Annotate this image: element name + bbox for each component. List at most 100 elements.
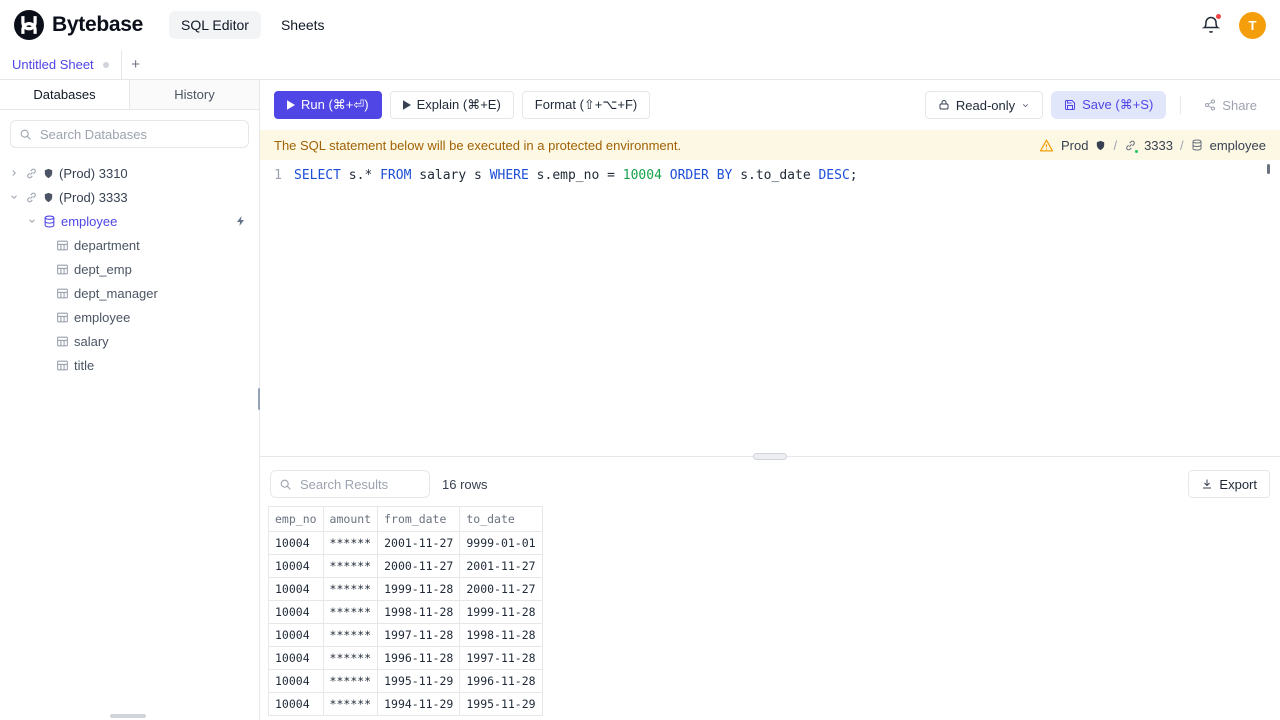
code-line: 1 SELECT s.* FROM salary s WHERE s.emp_n… xyxy=(260,166,1280,185)
table-cell: 1997-11-28 xyxy=(459,646,543,670)
instance-status-dot xyxy=(1134,148,1140,154)
sql-token: ; xyxy=(849,168,858,183)
table-row[interactable]: 10004 ****** 1998-11-28 1999-11-28 xyxy=(268,600,543,624)
table-icon xyxy=(56,311,69,324)
table-row[interactable]: 10004 ****** 1995-11-29 1996-11-28 xyxy=(268,669,543,693)
tab-databases[interactable]: Databases xyxy=(0,80,130,109)
results-search[interactable] xyxy=(270,470,430,498)
table-cell: 10004 xyxy=(268,646,324,670)
save-label: Save (⌘+S) xyxy=(1082,97,1154,112)
table-row[interactable]: 10004 ****** 1999-11-28 2000-11-27 xyxy=(268,577,543,601)
table-cell: 2001-11-27 xyxy=(377,531,461,555)
nav-sheets[interactable]: Sheets xyxy=(269,11,337,39)
column-header[interactable]: emp_no xyxy=(268,506,324,532)
sql-editor[interactable]: 1 SELECT s.* FROM salary s WHERE s.emp_n… xyxy=(260,160,1280,456)
export-button[interactable]: Export xyxy=(1188,470,1270,498)
download-icon xyxy=(1201,478,1213,490)
table-cell: ****** xyxy=(322,531,379,555)
tree-table-item[interactable]: department xyxy=(0,233,259,257)
table-cell: 2000-11-27 xyxy=(377,554,461,578)
tree-table-item[interactable]: dept_emp xyxy=(0,257,259,281)
chevron-down-icon[interactable] xyxy=(26,216,38,226)
tree-table-item[interactable]: salary xyxy=(0,329,259,353)
column-header[interactable]: amount xyxy=(322,506,379,532)
explain-button[interactable]: Explain (⌘+E) xyxy=(389,91,514,119)
chevron-right-icon[interactable] xyxy=(8,168,20,178)
warning-triangle-icon xyxy=(1039,138,1054,153)
tree-instance-3333[interactable]: (Prod) 3333 xyxy=(0,185,259,209)
tree-instance-3310[interactable]: (Prod) 3310 xyxy=(0,161,259,185)
notification-bell-icon[interactable] xyxy=(1201,13,1222,35)
sql-token: s.emp_no xyxy=(528,168,608,183)
table-cell: 2000-11-27 xyxy=(459,577,543,601)
results-search-input[interactable] xyxy=(298,475,421,493)
sql-token: s. xyxy=(340,168,365,183)
table-row[interactable]: 10004 ****** 2001-11-27 9999-01-01 xyxy=(268,531,543,555)
chevron-down-icon[interactable] xyxy=(8,192,20,202)
tree-database-employee[interactable]: employee xyxy=(0,209,259,233)
database-icon xyxy=(1191,139,1203,151)
editor-toolbar: Run (⌘+⏎) Explain (⌘+E) Format (⇧+⌥+F) R… xyxy=(260,80,1280,130)
search-icon xyxy=(279,478,292,491)
table-cell: ****** xyxy=(322,554,379,578)
table-cell: 1998-11-28 xyxy=(459,623,543,647)
add-sheet-button[interactable]: + xyxy=(122,50,150,79)
database-search[interactable] xyxy=(10,120,249,148)
bytebase-logo-icon[interactable] xyxy=(14,10,44,40)
line-number: 1 xyxy=(274,168,282,183)
table-cell: 10004 xyxy=(268,577,324,601)
table-cell: ****** xyxy=(322,692,379,716)
tree-table-item[interactable]: employee xyxy=(0,305,259,329)
column-header[interactable]: from_date xyxy=(377,506,461,532)
sidebar: Databases History Search Databases (Prod… xyxy=(0,80,261,720)
share-button[interactable]: Share xyxy=(1195,91,1266,119)
play-icon xyxy=(287,100,295,110)
table-icon xyxy=(56,287,69,300)
table-cell: 9999-01-01 xyxy=(459,531,543,555)
table-cell: 1994-11-29 xyxy=(377,692,461,716)
avatar[interactable]: T xyxy=(1239,11,1266,39)
database-tree: (Prod) 3310 (Prod) 3333 employee departm… xyxy=(0,158,259,720)
table-row[interactable]: 10004 ****** 2000-11-27 2001-11-27 xyxy=(268,554,543,578)
table-row[interactable]: 10004 ****** 1996-11-28 1997-11-28 xyxy=(268,646,543,670)
tree-table-item[interactable]: title xyxy=(0,353,259,377)
run-button[interactable]: Run (⌘+⏎) xyxy=(274,91,382,119)
shield-icon xyxy=(43,192,54,203)
instance-icon xyxy=(1124,139,1140,154)
panel-splitter[interactable] xyxy=(260,453,1280,462)
column-header[interactable]: to_date xyxy=(459,506,543,532)
results-table: emp_no amount from_date to_date 10004 ******… xyxy=(268,506,543,716)
environment-label[interactable]: Prod xyxy=(1061,138,1088,153)
splitter-grip[interactable] xyxy=(753,453,787,460)
save-button[interactable]: Save (⌘+S) xyxy=(1051,91,1167,119)
sidebar-horizontal-scrollbar[interactable] xyxy=(110,714,146,718)
results-header-row: emp_no amount from_date to_date xyxy=(268,506,543,532)
results-table-wrap: emp_no amount from_date to_date 10004 ******… xyxy=(260,506,1280,720)
share-icon xyxy=(1204,99,1216,111)
table-cell: ****** xyxy=(322,623,379,647)
format-button[interactable]: Format (⇧+⌥+F) xyxy=(521,91,651,119)
tree-table-item[interactable]: dept_manager xyxy=(0,281,259,305)
readonly-mode-dropdown[interactable]: Read-only xyxy=(924,91,1044,119)
table-cell: 10004 xyxy=(268,600,324,624)
database-label[interactable]: employee xyxy=(1210,138,1266,153)
table-cell: 1999-11-28 xyxy=(459,600,543,624)
connection-breadcrumb: Prod / 3333 / employee xyxy=(1039,138,1266,154)
instance-label[interactable]: 3333 xyxy=(1144,138,1173,153)
table-icon xyxy=(56,359,69,372)
database-search-input[interactable] xyxy=(38,125,240,143)
table-row[interactable]: 10004 ****** 1994-11-29 1995-11-29 xyxy=(268,692,543,716)
table-row[interactable]: 10004 ****** 1997-11-28 1998-11-28 xyxy=(268,623,543,647)
nav-sql-editor[interactable]: SQL Editor xyxy=(168,11,261,39)
sql-token: = xyxy=(607,168,623,183)
table-list: department dept_emp dept_manager employe… xyxy=(0,233,259,377)
sql-token: s.to_date xyxy=(732,168,819,183)
table-cell: 2001-11-27 xyxy=(459,554,543,578)
sheet-tab-untitled[interactable]: Untitled Sheet xyxy=(0,50,122,79)
tab-history[interactable]: History xyxy=(130,80,259,109)
protected-environment-banner: The SQL statement below will be executed… xyxy=(260,130,1280,160)
sidebar-tabs: Databases History xyxy=(0,80,259,110)
brand-title: Bytebase xyxy=(52,13,143,36)
connect-bolt-icon[interactable] xyxy=(235,215,247,227)
editor-scrollbar[interactable] xyxy=(1267,164,1270,174)
